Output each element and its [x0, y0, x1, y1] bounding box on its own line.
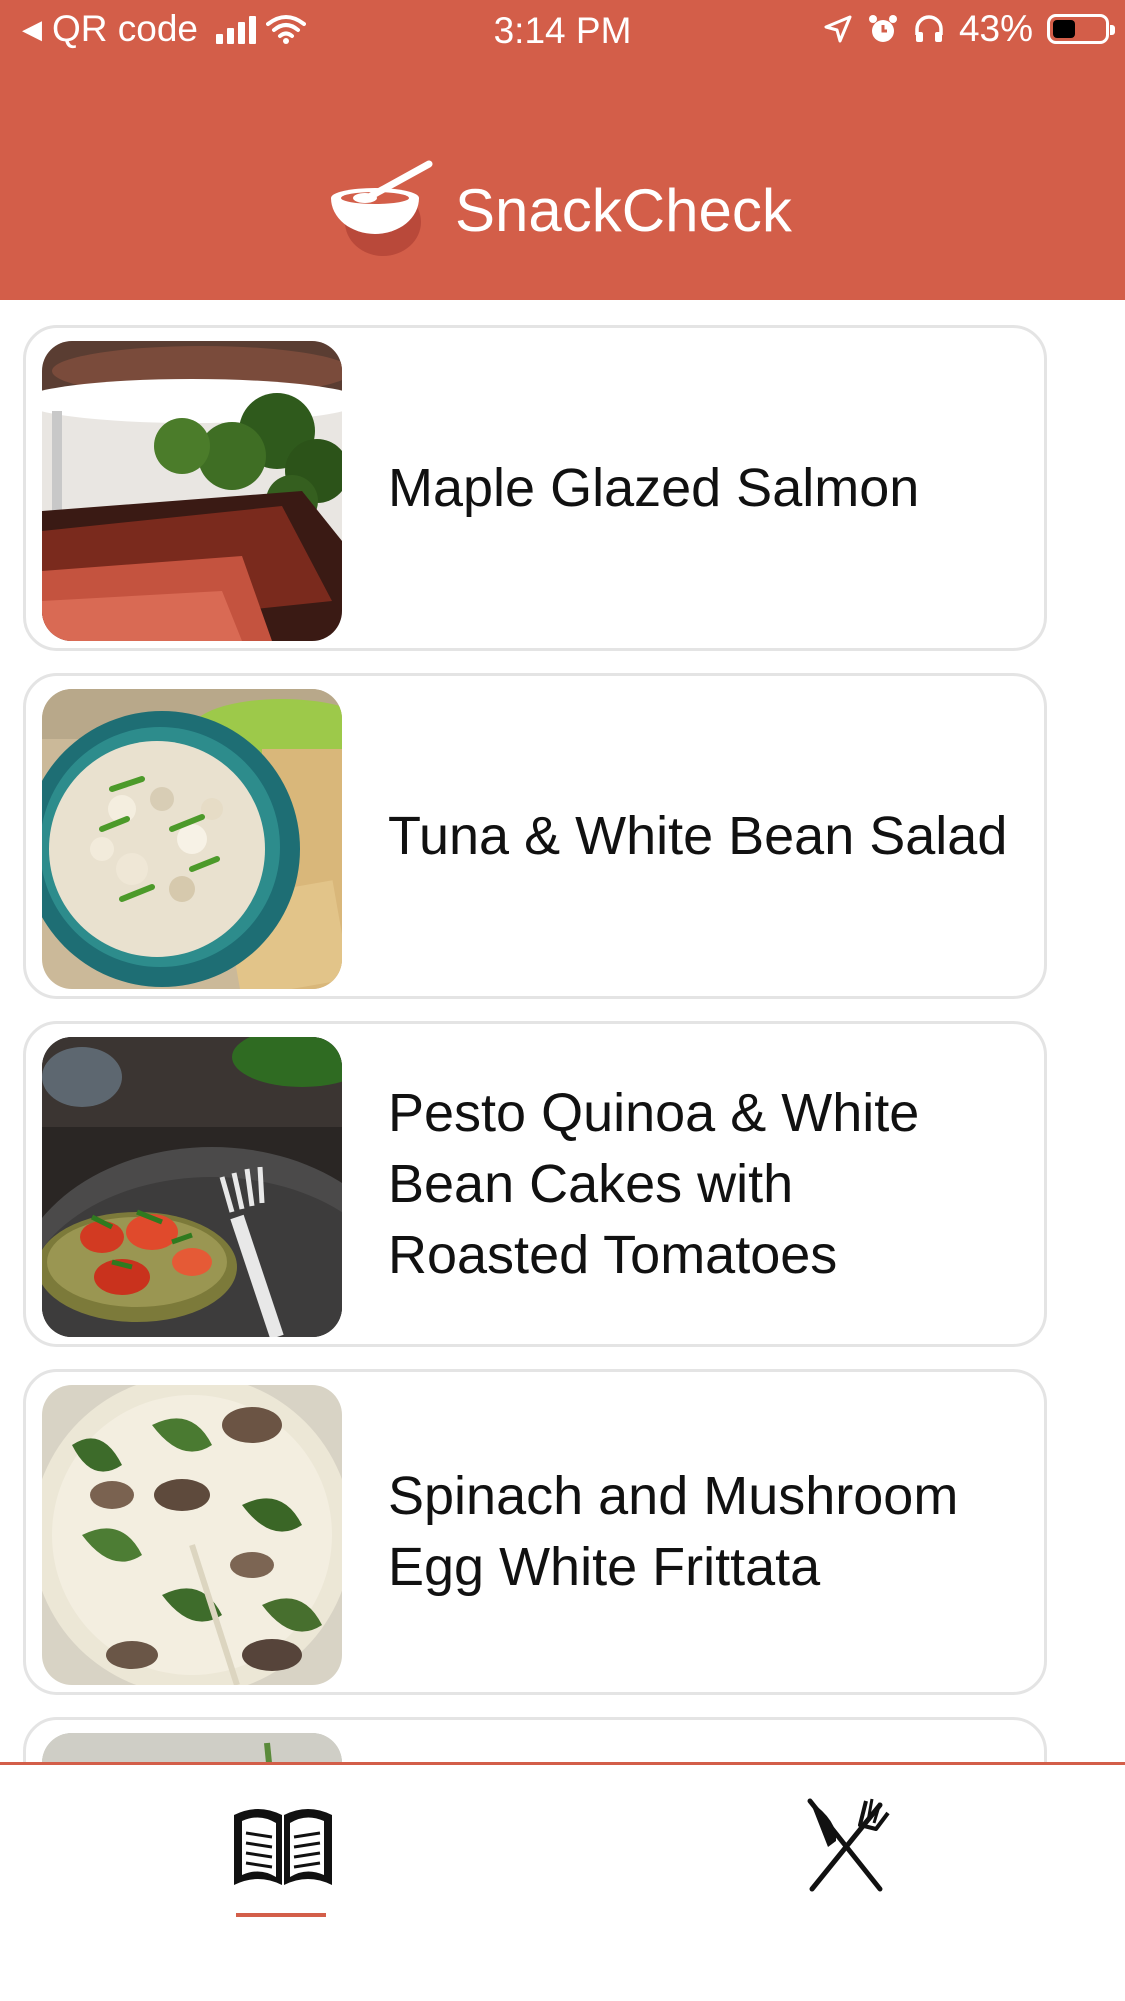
recipe-title: Maple Glazed Salmon: [388, 457, 920, 518]
quinoa-cakes-photo: [42, 1037, 342, 1337]
recipe-card[interactable]: [23, 1717, 1047, 1762]
status-bar: ◀ QR code 3:14 PM 43%: [0, 0, 1125, 62]
recipe-title: Spinach and Mushroom Egg White Frittata: [388, 1466, 959, 1597]
recipe-thumbnail: [42, 341, 342, 641]
knife-fork-icon: [807, 1798, 890, 1892]
recipe-title: Tuna & White Bean Salad: [388, 805, 1008, 866]
recipe-title: Pesto Quinoa & White Bean Cakes with Roa…: [388, 1082, 920, 1285]
battery-level: [1053, 20, 1075, 38]
recipe-card[interactable]: Tuna & White Bean Salad: [23, 673, 1047, 999]
salmon-photo: [42, 341, 342, 641]
partial-photo: [42, 1733, 342, 1762]
alarm-icon: [868, 15, 897, 42]
tab-dining[interactable]: [788, 1795, 898, 1925]
selected-tab-indicator: [236, 1913, 326, 1917]
status-indicators: 43%: [823, 8, 1115, 50]
recipe-thumbnail: [42, 1385, 342, 1685]
recipe-title: [388, 1720, 1036, 1762]
recipe-thumbnail: [42, 1037, 342, 1337]
location-arrow-icon: [824, 15, 852, 43]
recipe-list[interactable]: Maple Glazed Salmon Tuna & White Bean Sa…: [0, 300, 1125, 1762]
recipe-card[interactable]: Pesto Quinoa & White Bean Cakes with Roa…: [23, 1021, 1047, 1347]
tab-recipes[interactable]: [228, 1795, 338, 1925]
headphones-icon: [915, 15, 943, 42]
frittata-photo: [42, 1385, 342, 1685]
recipe-card[interactable]: Maple Glazed Salmon: [23, 325, 1047, 651]
battery-percent: 43%: [958, 8, 1033, 49]
app-header: ◀ QR code 3:14 PM 43% SnackCheck: [0, 0, 1125, 300]
battery-icon: [1047, 14, 1115, 44]
open-book-icon: [234, 1809, 332, 1885]
recipe-thumbnail: [42, 689, 342, 989]
app-brand: SnackCheck: [325, 160, 792, 270]
tuna-salad-photo: [42, 689, 342, 989]
recipe-card[interactable]: Spinach and Mushroom Egg White Frittata: [23, 1369, 1047, 1695]
app-title: SnackCheck: [455, 176, 792, 244]
bowl-spoon-icon: [331, 160, 433, 256]
recipe-thumbnail: [42, 1733, 342, 1762]
tab-bar: [0, 1762, 1125, 2001]
